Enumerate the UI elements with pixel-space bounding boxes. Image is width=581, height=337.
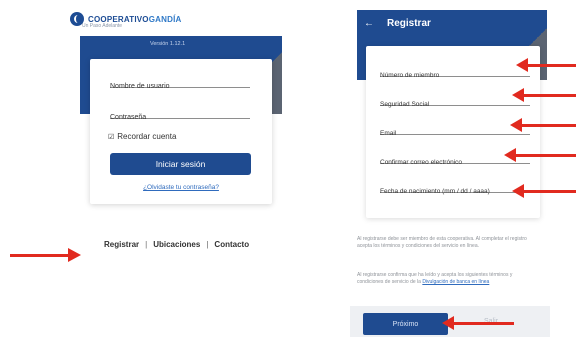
- member-number-label: Número de miembro: [380, 72, 440, 79]
- annotation-arrow-icon: [10, 248, 81, 262]
- login-button[interactable]: Iniciar sesión: [110, 153, 251, 175]
- brand-tagline: Un Paso Adelante: [82, 23, 123, 29]
- social-security-label: Seguridad Social: [380, 101, 430, 108]
- email-field[interactable]: Email: [380, 122, 530, 137]
- social-security-field[interactable]: Seguridad Social: [380, 93, 530, 108]
- back-arrow-icon[interactable]: ←: [364, 18, 374, 29]
- username-field[interactable]: Nombre de usuario: [110, 75, 250, 90]
- birthdate-field[interactable]: Fecha de nacimiento (mm / dd / aaaa): [380, 180, 530, 195]
- registration-notice: Al registrarse debe ser miembro de esta …: [357, 236, 527, 249]
- username-label: Nombre de usuario: [110, 83, 170, 90]
- birthdate-label: Fecha de nacimiento (mm / dd / aaaa): [380, 188, 490, 195]
- remember-account-toggle[interactable]: ☑ Recordar cuenta: [108, 132, 176, 141]
- member-number-field[interactable]: Número de miembro: [380, 64, 530, 79]
- forgot-password-link[interactable]: ¿Olvidaste tu contraseña?: [90, 184, 272, 191]
- annotation-arrow-icon: [512, 184, 576, 198]
- password-label: Contraseña: [110, 114, 147, 121]
- annotation-arrow-icon: [512, 88, 576, 102]
- online-banking-disclosure-link[interactable]: Divulgación de banca en línea: [422, 279, 489, 285]
- annotation-arrow-icon: [516, 58, 576, 72]
- register-link[interactable]: Registrar: [104, 240, 139, 249]
- locations-link[interactable]: Ubicaciones: [153, 240, 200, 249]
- password-field[interactable]: Contraseña: [110, 106, 250, 121]
- login-card: Nombre de usuario Contraseña ☑ Recordar …: [90, 59, 272, 204]
- next-button[interactable]: Próximo: [363, 313, 448, 335]
- checkbox-icon: ☑: [108, 133, 115, 141]
- annotation-arrow-icon: [510, 118, 576, 132]
- contact-link[interactable]: Contacto: [214, 240, 249, 249]
- terms-notice: Al registrarse confirma que ha leído y a…: [357, 272, 540, 285]
- annotation-arrow-icon: [442, 316, 514, 330]
- email-label: Email: [380, 130, 397, 137]
- register-title: Registrar: [387, 18, 431, 29]
- app-version: Versión 1.12.1: [150, 41, 186, 47]
- remember-label: Recordar cuenta: [117, 132, 177, 141]
- brand-name-part2: GANDÍA: [148, 14, 182, 24]
- bottom-nav: Registrar | Ubicaciones | Contacto: [104, 240, 249, 249]
- separator: |: [206, 240, 209, 249]
- annotation-arrow-icon: [504, 148, 576, 162]
- separator: |: [145, 240, 148, 249]
- confirm-email-label: Confirmar correo electrónico: [380, 159, 463, 166]
